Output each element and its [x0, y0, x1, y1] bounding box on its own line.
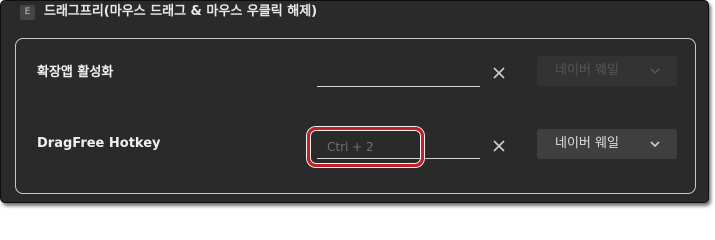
- dragfree-hotkey-input[interactable]: [317, 136, 480, 159]
- window-title: 드래그프리(마우스 드래그 & 마우스 우클릭 해제): [44, 4, 318, 19]
- dragfree-browser-select-value: 네이버 웨일: [555, 136, 619, 151]
- close-icon: [493, 67, 505, 79]
- chevron-down-icon: [650, 141, 660, 148]
- chevron-down-icon: [650, 68, 660, 75]
- clear-enable-hotkey-button[interactable]: [490, 64, 508, 82]
- enable-browser-select[interactable]: 네이버 웨일: [537, 56, 677, 86]
- dragfree-hotkey-label: DragFree Hotkey: [37, 136, 161, 151]
- dragfree-browser-select[interactable]: 네이버 웨일: [537, 129, 677, 159]
- close-icon: [493, 140, 505, 152]
- extension-enable-label: 확장앱 활성화: [37, 65, 114, 80]
- extension-enable-hotkey-input[interactable]: [317, 64, 480, 87]
- clear-dragfree-hotkey-button[interactable]: [490, 137, 508, 155]
- enable-browser-select-value: 네이버 웨일: [555, 63, 619, 78]
- extension-icon: E: [20, 5, 35, 20]
